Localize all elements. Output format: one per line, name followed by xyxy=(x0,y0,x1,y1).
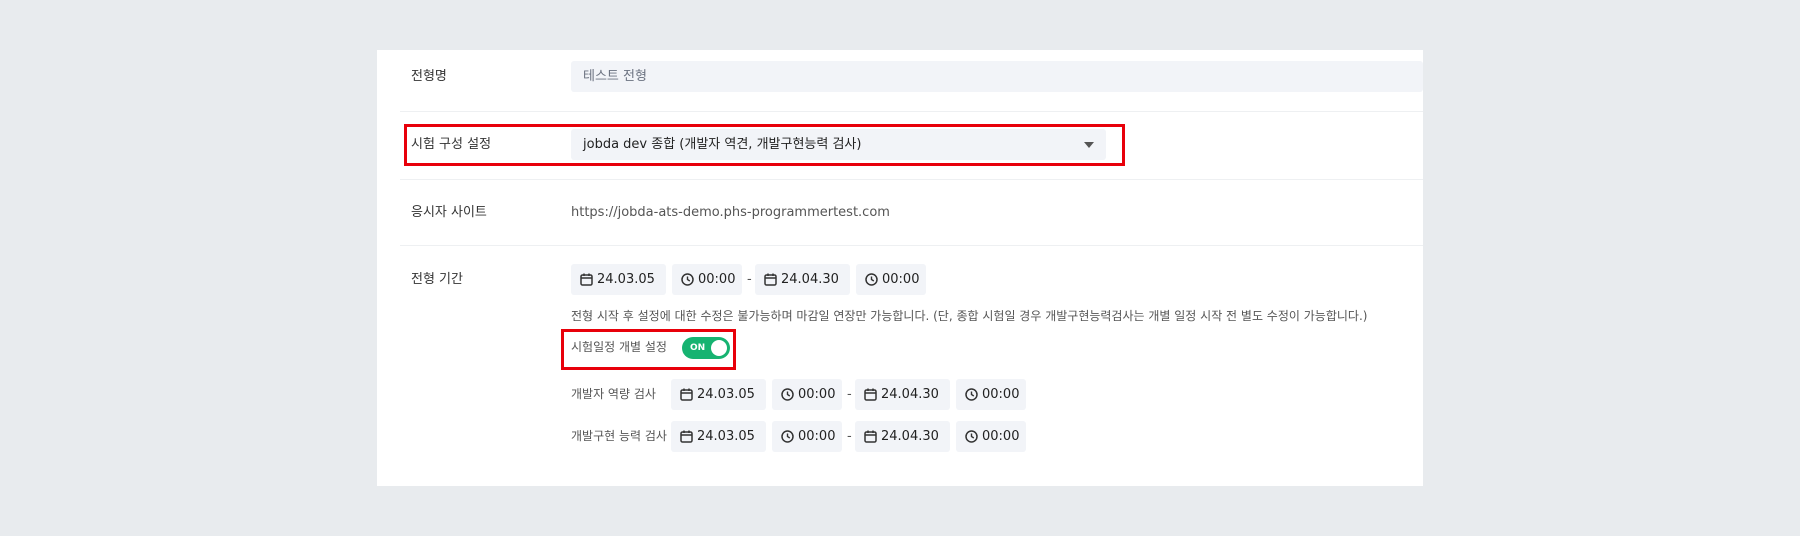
calendar-icon xyxy=(864,430,877,443)
exam-2-end-time-value: 00:00 xyxy=(982,429,1020,444)
start-date-value: 24.03.05 xyxy=(597,272,655,287)
calendar-icon xyxy=(864,388,877,401)
site-url[interactable]: https://jobda-ats-demo.phs-programmertes… xyxy=(571,204,890,222)
site-label: 응시자 사이트 xyxy=(411,205,487,220)
clock-icon xyxy=(781,430,794,443)
clock-icon xyxy=(865,273,878,286)
end-time-value: 00:00 xyxy=(882,272,920,287)
exam-1-end-date-value: 24.04.30 xyxy=(881,387,939,402)
period-label: 전형 기간 xyxy=(411,272,463,287)
exam-1-end-time-value: 00:00 xyxy=(982,387,1020,402)
form-card: 전형명 테스트 전형 시험 구성 설정 jobda dev 종합 (개발자 역견… xyxy=(377,50,1423,486)
exam-2-start-date[interactable]: 24.03.05 xyxy=(671,421,766,452)
divider xyxy=(400,179,1423,180)
period-note: 전형 시작 후 설정에 대한 수정은 불가능하며 마감일 연장만 가능합니다. … xyxy=(571,309,1368,323)
end-date-value: 24.04.30 xyxy=(781,272,839,287)
exam-1-start-time-value: 00:00 xyxy=(798,387,836,402)
clock-icon xyxy=(781,388,794,401)
exam-name-field[interactable]: 테스트 전형 xyxy=(571,61,1423,92)
exam-1-start-time[interactable]: 00:00 xyxy=(772,379,842,410)
exam-2-end-date-value: 24.04.30 xyxy=(881,429,939,444)
start-date-picker[interactable]: 24.03.05 xyxy=(571,264,666,295)
exam-2-label: 개발구현 능력 검사 xyxy=(571,429,667,443)
end-time-picker[interactable]: 00:00 xyxy=(856,264,926,295)
highlight-exam-config xyxy=(404,124,1125,166)
start-time-picker[interactable]: 00:00 xyxy=(672,264,742,295)
clock-icon xyxy=(681,273,694,286)
exam-1-end-time[interactable]: 00:00 xyxy=(956,379,1026,410)
calendar-icon xyxy=(680,388,693,401)
exam-1-start-date[interactable]: 24.03.05 xyxy=(671,379,766,410)
end-date-picker[interactable]: 24.04.30 xyxy=(755,264,850,295)
calendar-icon xyxy=(680,430,693,443)
highlight-individual-schedule xyxy=(561,329,736,370)
exam-2-end-time[interactable]: 00:00 xyxy=(956,421,1026,452)
exam-2-end-date[interactable]: 24.04.30 xyxy=(855,421,950,452)
exam-2-start-time[interactable]: 00:00 xyxy=(772,421,842,452)
calendar-icon xyxy=(580,273,593,286)
range-dash: - xyxy=(847,429,852,444)
exam-name-label: 전형명 xyxy=(411,69,447,84)
divider xyxy=(400,111,1423,112)
clock-icon xyxy=(965,388,978,401)
range-dash: - xyxy=(847,387,852,402)
range-dash: - xyxy=(747,272,752,287)
exam-1-end-date[interactable]: 24.04.30 xyxy=(855,379,950,410)
exam-1-start-date-value: 24.03.05 xyxy=(697,387,755,402)
start-time-value: 00:00 xyxy=(698,272,736,287)
exam-1-label: 개발자 역량 검사 xyxy=(571,387,656,401)
calendar-icon xyxy=(764,273,777,286)
exam-2-start-date-value: 24.03.05 xyxy=(697,429,755,444)
clock-icon xyxy=(965,430,978,443)
divider xyxy=(400,245,1423,246)
exam-2-start-time-value: 00:00 xyxy=(798,429,836,444)
